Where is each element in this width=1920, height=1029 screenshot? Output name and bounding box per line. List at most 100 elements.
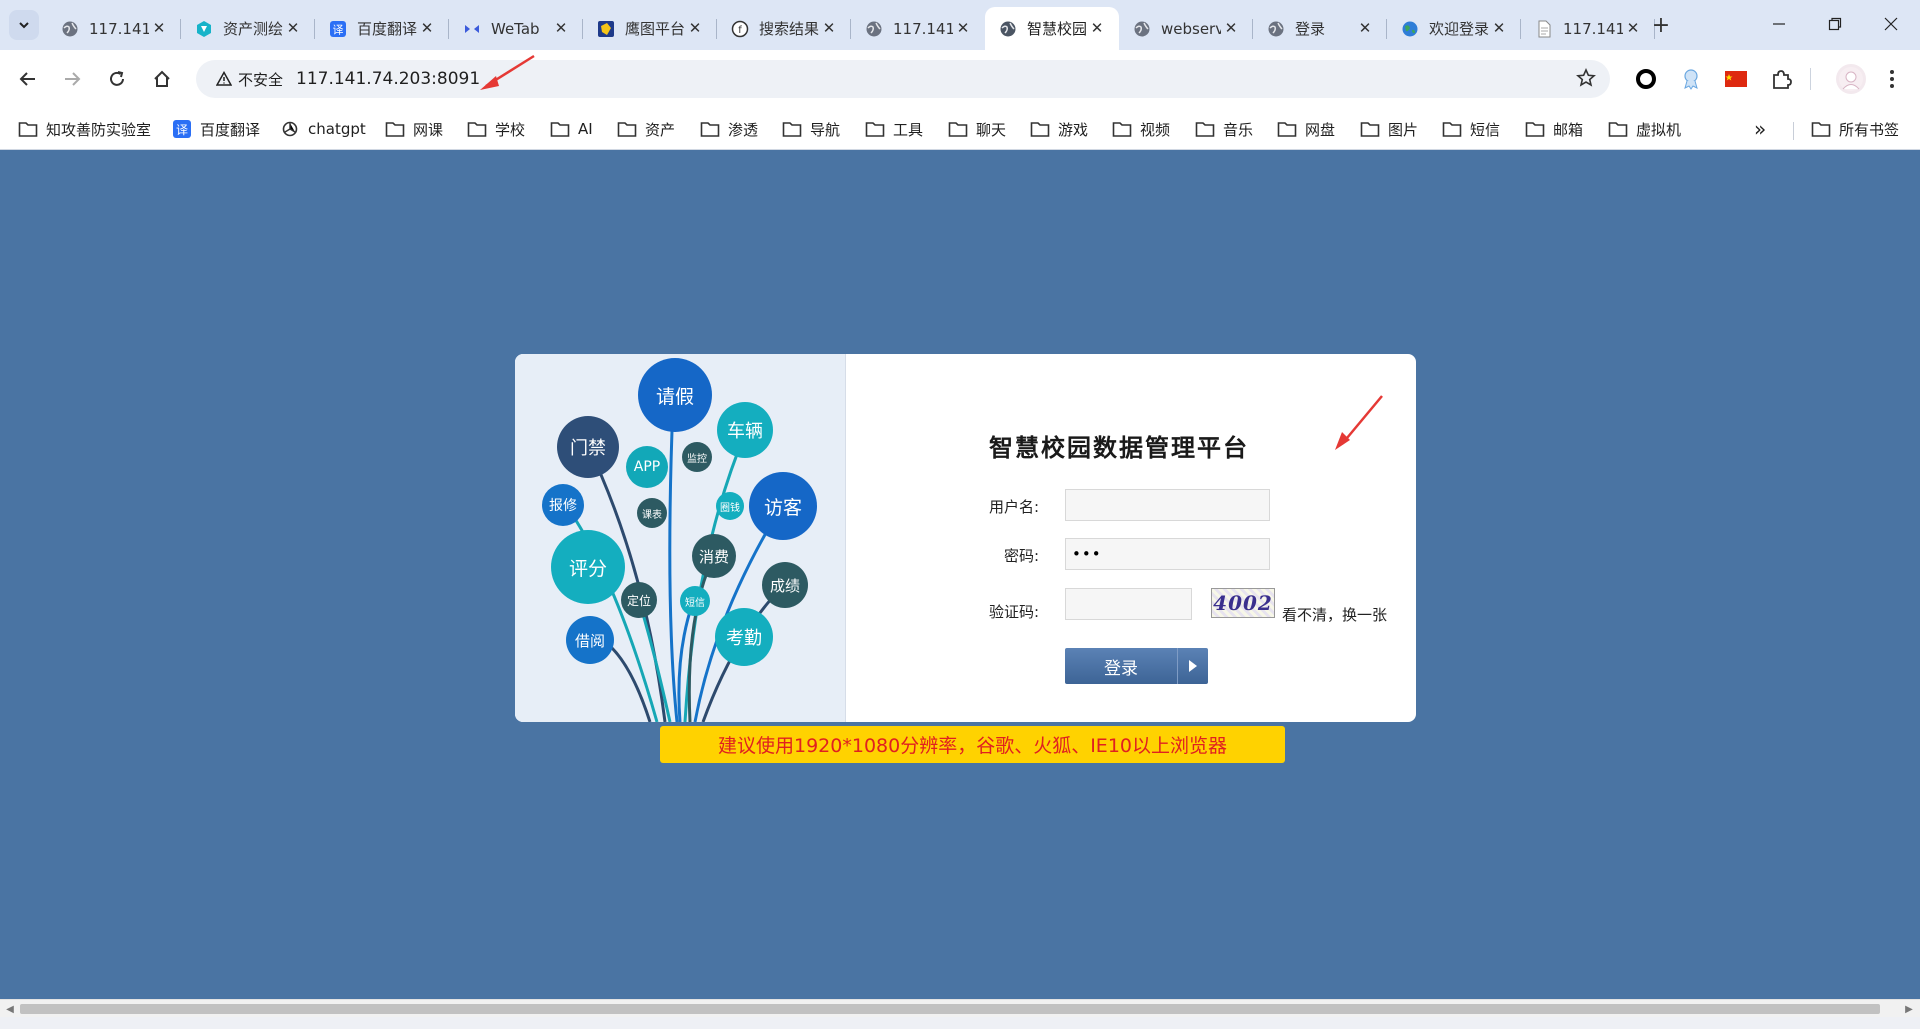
bookmark-18[interactable]: 虚拟机	[1608, 116, 1681, 142]
folder-icon	[1030, 119, 1050, 139]
bookmark-3[interactable]: 网课	[385, 116, 443, 142]
tab-7[interactable]: 智慧校园数据管理平台 ✕	[985, 7, 1119, 50]
folder-icon	[1277, 119, 1297, 139]
plus-icon: +	[1651, 12, 1671, 38]
close-icon[interactable]: ✕	[1089, 19, 1105, 37]
tab-5[interactable]: f 搜索结果 ✕	[717, 7, 851, 50]
star-icon	[1576, 68, 1596, 87]
bookmark-7[interactable]: 渗透	[700, 116, 758, 142]
security-label: 不安全	[238, 70, 284, 89]
close-icon[interactable]: ✕	[553, 19, 569, 37]
bookmark-9[interactable]: 工具	[865, 116, 923, 142]
profile-avatar[interactable]	[1836, 64, 1866, 94]
browser-menu-button[interactable]	[1880, 67, 1904, 91]
tab-title: webserver	[1161, 19, 1221, 38]
close-icon[interactable]: ✕	[955, 19, 971, 37]
back-button[interactable]	[12, 63, 44, 95]
close-icon[interactable]: ✕	[821, 19, 837, 37]
new-tab-button[interactable]: +	[1648, 12, 1674, 38]
tab-11[interactable]: 117.141.74.203 ✕	[1521, 7, 1655, 50]
tab-6[interactable]: 117.141.74.203 ✕	[851, 7, 985, 50]
bookmark-label: 游戏	[1058, 120, 1089, 139]
horizontal-scrollbar[interactable]: ◀ ▶	[0, 999, 1920, 1017]
bookmark-6[interactable]: 资产	[617, 116, 675, 142]
close-icon[interactable]: ✕	[419, 19, 435, 37]
close-icon[interactable]: ✕	[687, 19, 703, 37]
tab-2[interactable]: 译 百度翻译 ✕	[315, 7, 449, 50]
bookmark-13[interactable]: 音乐	[1195, 116, 1253, 142]
bookmark-14[interactable]: 网盘	[1277, 116, 1335, 142]
folder-icon	[700, 119, 720, 139]
restore-button[interactable]	[1807, 0, 1863, 48]
tab-title: 搜索结果	[759, 20, 819, 38]
warning-icon	[216, 71, 232, 86]
bookmark-11[interactable]: 游戏	[1030, 116, 1088, 142]
home-button[interactable]	[146, 63, 178, 95]
folder-icon	[1360, 119, 1380, 139]
captcha-image[interactable]: 4002	[1211, 588, 1275, 618]
bookmark-17[interactable]: 邮箱	[1525, 116, 1583, 142]
bookmark-12[interactable]: 视频	[1112, 116, 1170, 142]
login-button[interactable]: 登录	[1065, 648, 1208, 684]
security-indicator[interactable]: 不安全	[206, 66, 293, 92]
bookmark-16[interactable]: 短信	[1442, 116, 1500, 142]
bookmark-2[interactable]: chatgpt	[280, 116, 366, 142]
password-input[interactable]: •••	[1065, 538, 1270, 570]
close-icon[interactable]: ✕	[1223, 19, 1239, 37]
wetab-icon	[463, 20, 481, 38]
bookmark-4[interactable]: 学校	[467, 116, 525, 142]
tab-3[interactable]: WeTab ✕	[449, 7, 583, 50]
bubble-label: 请假	[655, 385, 694, 408]
bookmark-0[interactable]: 知攻善防实验室	[18, 116, 151, 142]
extension-flag-button[interactable]	[1724, 67, 1748, 91]
username-input[interactable]	[1065, 489, 1270, 521]
reload-button[interactable]	[101, 63, 133, 95]
tab-4[interactable]: 鹰图平台 ✕	[583, 7, 717, 50]
bubble-label: 考勤	[726, 628, 762, 649]
bubble-label: 报修	[549, 498, 577, 514]
close-icon[interactable]: ✕	[1625, 19, 1641, 37]
close-icon[interactable]: ✕	[1357, 19, 1373, 37]
scrollbar-thumb[interactable]	[20, 1004, 1880, 1014]
feature-tree-illustration: 请假 门禁 车辆 APP 监控 报修 课表 圈钱 访客 评分 消费 成绩 定位 …	[515, 354, 846, 722]
bookmark-10[interactable]: 聊天	[948, 116, 1006, 142]
scroll-left-icon[interactable]: ◀	[3, 1002, 17, 1016]
captcha-refresh-link[interactable]: 看不清，换一张	[1282, 604, 1387, 625]
scroll-right-icon[interactable]: ▶	[1902, 1002, 1916, 1016]
bookmark-5[interactable]: AI	[550, 116, 593, 142]
extensions-button[interactable]	[1769, 67, 1793, 91]
bookmark-15[interactable]: 图片	[1360, 116, 1418, 142]
all-bookmarks-button[interactable]: 所有书签	[1811, 116, 1899, 142]
tab-0[interactable]: 117.141.74.203 ✕	[47, 7, 181, 50]
forward-button[interactable]	[56, 63, 88, 95]
tab-8[interactable]: webserver ✕	[1119, 7, 1253, 50]
close-window-button[interactable]	[1863, 0, 1919, 48]
openai-icon	[280, 119, 300, 139]
close-icon[interactable]: ✕	[151, 19, 167, 37]
bubble-label: 借阅	[574, 631, 605, 650]
svg-text:译: 译	[176, 123, 188, 137]
tab-search-button[interactable]	[9, 10, 39, 40]
address-bar[interactable]: 不安全 117.141.74.203:8091	[196, 60, 1610, 98]
extension-circle-button[interactable]	[1634, 67, 1658, 91]
minimize-button[interactable]	[1751, 0, 1807, 48]
bubble-sms: 短信	[680, 586, 710, 616]
bubble-label: 访客	[763, 496, 802, 519]
bookmark-8[interactable]: 导航	[782, 116, 840, 142]
url-text[interactable]: 117.141.74.203:8091	[296, 69, 480, 89]
close-icon[interactable]: ✕	[285, 19, 301, 37]
hunter-icon	[597, 20, 615, 38]
extension-translate-button[interactable]	[1679, 67, 1703, 91]
bookmark-1[interactable]: 译百度翻译	[172, 116, 260, 142]
tab-1[interactable]: 资产测绘 ✕	[181, 7, 315, 50]
username-label: 用户名:	[988, 498, 1039, 516]
arrow-left-icon	[19, 72, 35, 86]
more-bookmarks-button[interactable]: »	[1754, 116, 1766, 142]
close-icon[interactable]: ✕	[1491, 19, 1507, 37]
folder-icon	[467, 119, 487, 139]
tab-9[interactable]: 登录 ✕	[1253, 7, 1387, 50]
bubble-locate: 定位	[621, 582, 657, 618]
bookmark-star-button[interactable]	[1576, 68, 1596, 92]
tab-10[interactable]: 欢迎登录 ✕	[1387, 7, 1521, 50]
captcha-input[interactable]	[1065, 588, 1192, 620]
